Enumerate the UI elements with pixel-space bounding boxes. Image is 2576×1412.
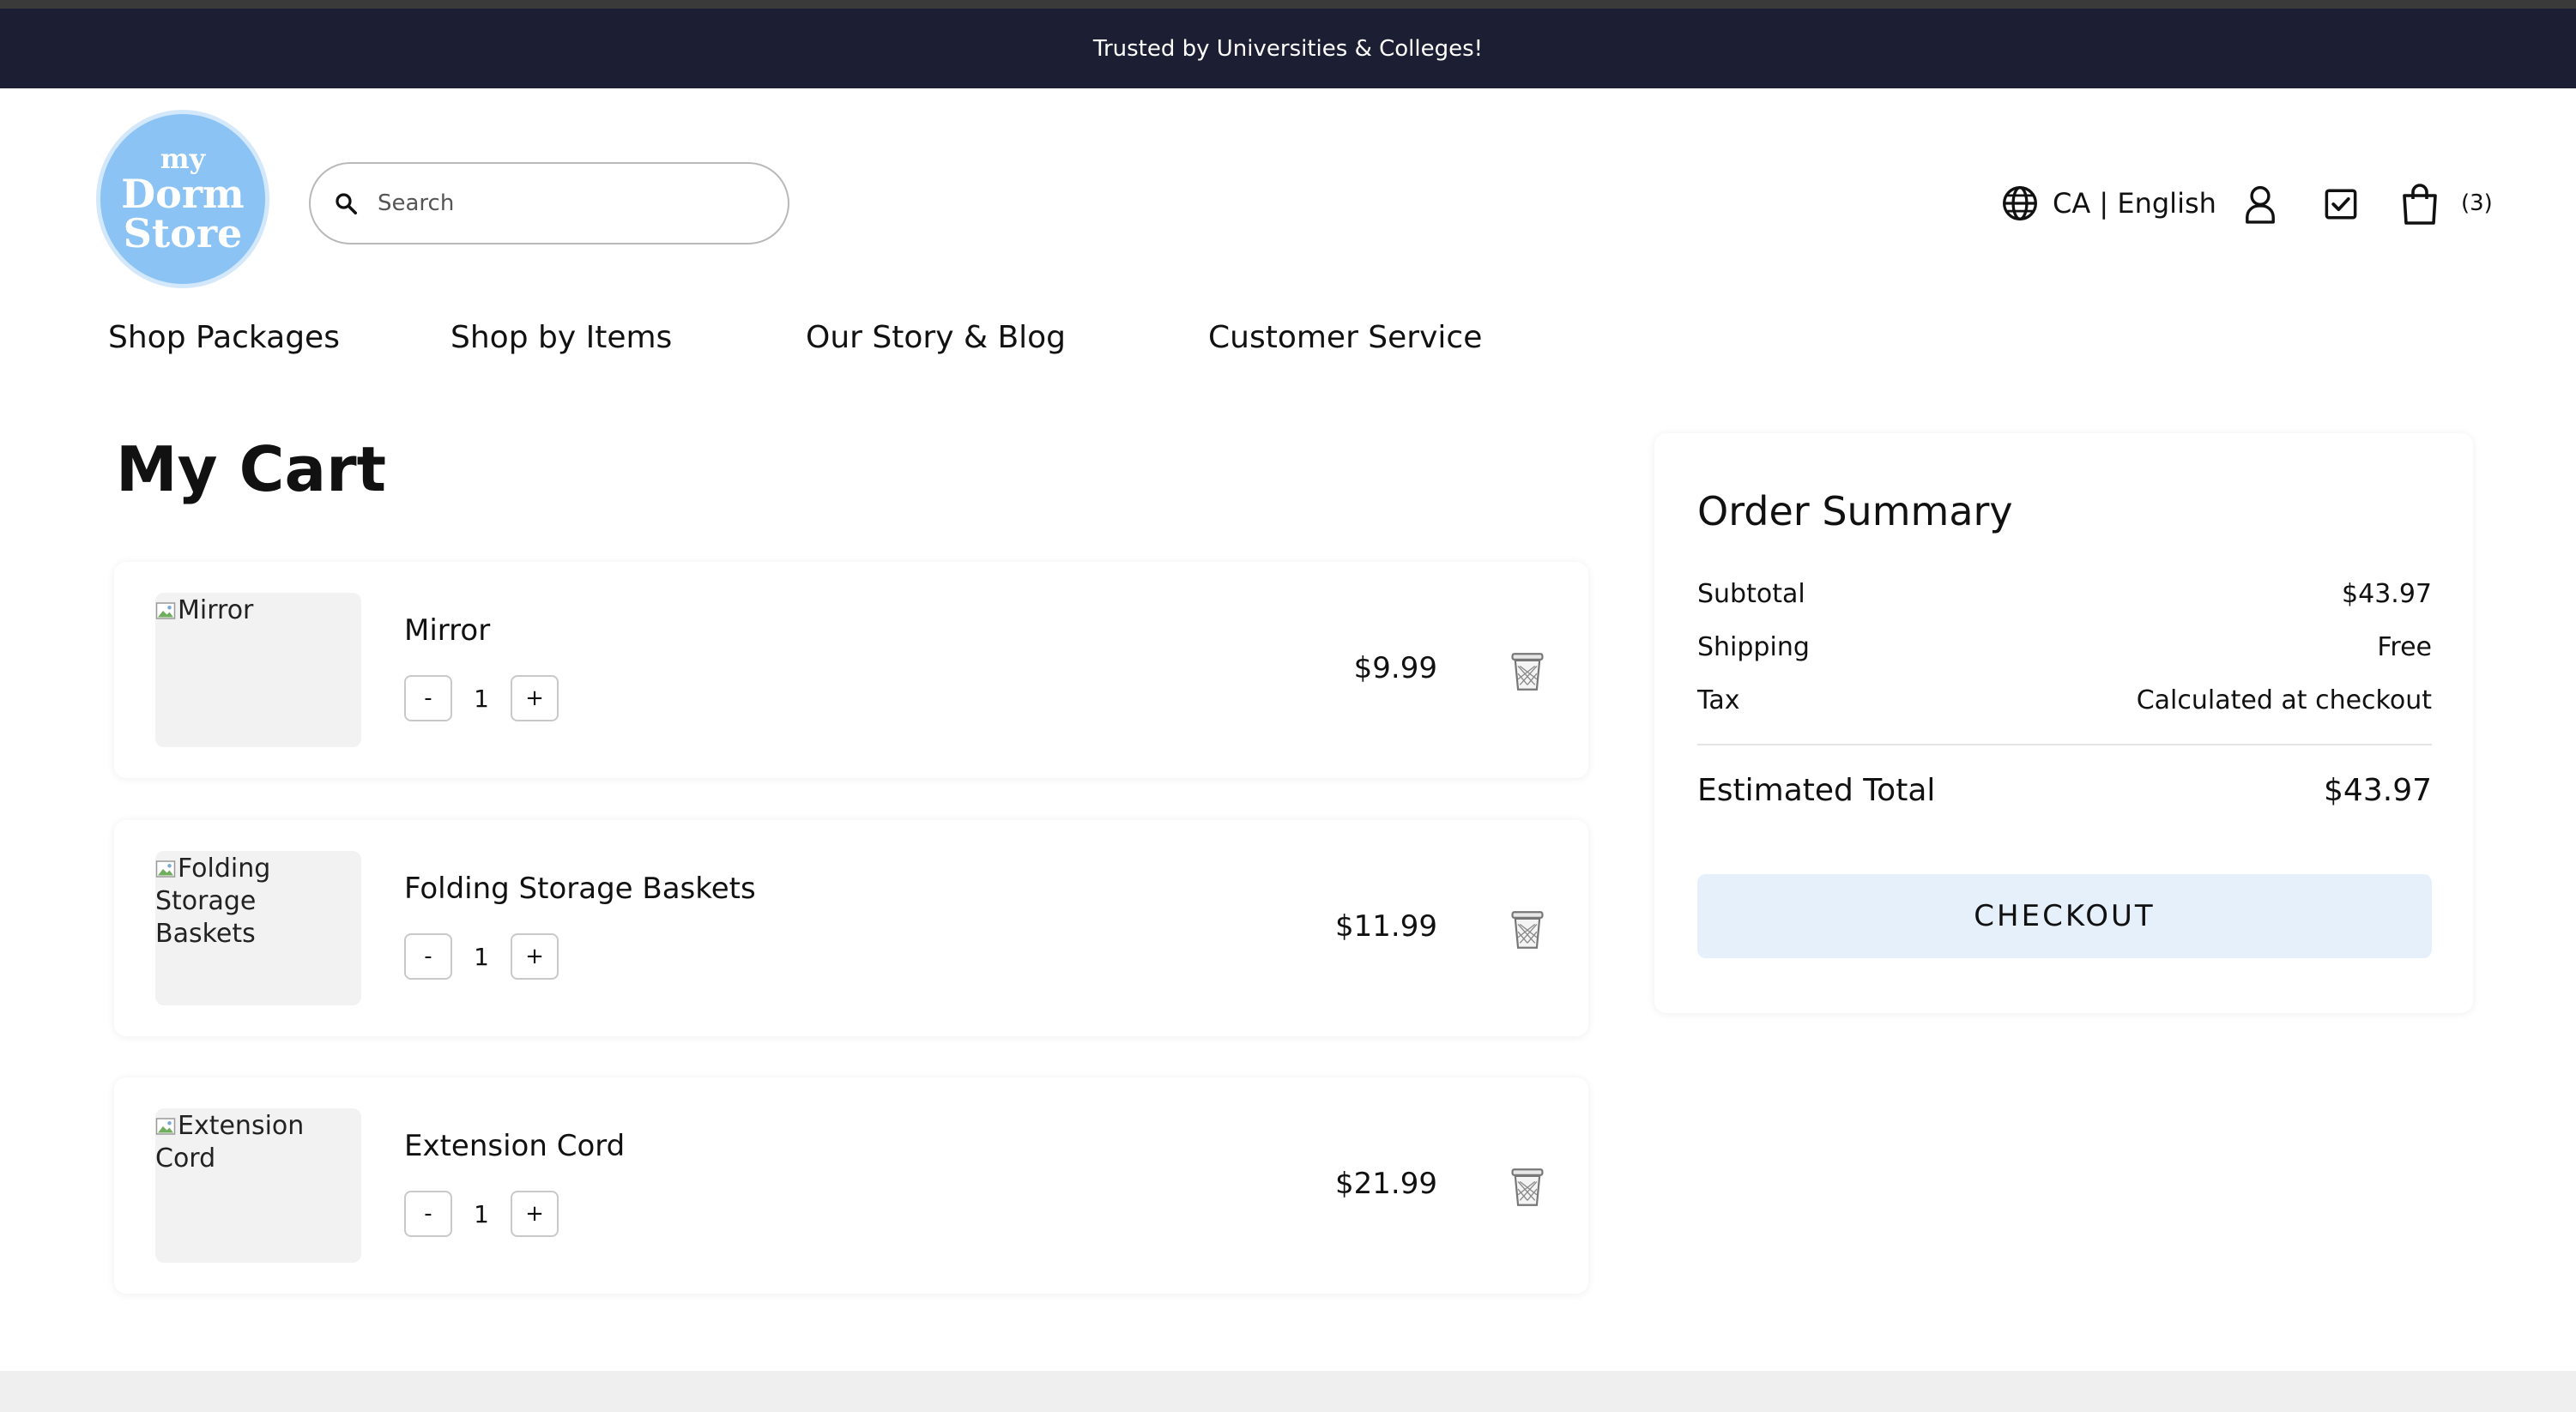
subtotal-row: Subtotal $43.97 bbox=[1697, 579, 2432, 609]
logo-text-dorm: Dorm bbox=[121, 171, 245, 217]
cart-count-badge: (3) bbox=[2461, 190, 2493, 216]
product-image-alt: Mirror bbox=[178, 595, 254, 625]
checklist-icon bbox=[2325, 189, 2357, 220]
quantity-value: 1 bbox=[474, 684, 489, 713]
locale-selector[interactable]: CA | English bbox=[2001, 177, 2216, 230]
product-image-placeholder: Folding Storage Baskets bbox=[155, 851, 361, 1005]
broken-image-icon bbox=[155, 860, 176, 878]
cart-item: Mirror Mirror - 1 + $9.99 bbox=[114, 562, 1588, 778]
item-price: $11.99 bbox=[1335, 909, 1437, 944]
shipping-label: Shipping bbox=[1697, 632, 1810, 662]
footer-band bbox=[0, 1371, 2576, 1412]
product-image-alt: Extension Cord bbox=[155, 1111, 305, 1174]
nav-shop-by-items[interactable]: Shop by Items bbox=[450, 316, 672, 359]
estimated-total-row: Estimated Total $43.97 bbox=[1697, 773, 2432, 808]
tax-label: Tax bbox=[1697, 685, 1740, 715]
cart-item: Folding Storage Baskets Folding Storage … bbox=[114, 820, 1588, 1036]
site-logo[interactable]: my Dorm Store bbox=[100, 114, 265, 284]
increase-qty-button[interactable]: + bbox=[511, 1191, 559, 1237]
locale-label: CA | English bbox=[2053, 187, 2216, 220]
tax-row: Tax Calculated at checkout bbox=[1697, 685, 2432, 715]
product-image-placeholder: Extension Cord bbox=[155, 1108, 361, 1263]
checklist-button[interactable] bbox=[2319, 180, 2363, 228]
browser-top-edge bbox=[0, 0, 2576, 9]
search-box[interactable] bbox=[309, 162, 789, 244]
estimated-total-value: $43.97 bbox=[2324, 773, 2432, 808]
product-image-placeholder: Mirror bbox=[155, 593, 361, 747]
order-summary-title: Order Summary bbox=[1697, 488, 2013, 534]
tax-value: Calculated at checkout bbox=[2136, 685, 2432, 715]
subtotal-value: $43.97 bbox=[2342, 579, 2432, 609]
announcement-text: Trusted by Universities & Colleges! bbox=[1092, 35, 1484, 62]
summary-divider bbox=[1697, 744, 2432, 745]
logo-text-my: my bbox=[160, 142, 206, 175]
quantity-value: 1 bbox=[474, 1199, 489, 1228]
broken-image-icon bbox=[155, 602, 176, 619]
search-input[interactable] bbox=[378, 190, 738, 216]
broken-image-icon bbox=[155, 1118, 176, 1135]
increase-qty-button[interactable]: + bbox=[511, 933, 559, 980]
quantity-stepper: - 1 + bbox=[404, 933, 559, 980]
page-title: My Cart bbox=[116, 433, 386, 505]
estimated-total-label: Estimated Total bbox=[1697, 773, 1936, 808]
trash-icon[interactable] bbox=[1508, 1167, 1547, 1208]
announcement-bar: Trusted by Universities & Colleges! bbox=[0, 9, 2576, 88]
product-name: Mirror bbox=[404, 613, 491, 648]
logo-text-store: Store bbox=[123, 210, 243, 256]
product-name: Folding Storage Baskets bbox=[404, 872, 756, 906]
account-button[interactable] bbox=[2238, 180, 2283, 228]
increase-qty-button[interactable]: + bbox=[511, 675, 559, 721]
globe-icon bbox=[2003, 186, 2037, 220]
trash-icon[interactable] bbox=[1508, 651, 1547, 692]
order-summary-panel: Order Summary Subtotal $43.97 Shipping F… bbox=[1654, 433, 2473, 1013]
quantity-stepper: - 1 + bbox=[404, 1191, 559, 1237]
decrease-qty-button[interactable]: - bbox=[404, 1191, 452, 1237]
checkout-button[interactable]: CHECKOUT bbox=[1697, 874, 2432, 958]
shipping-value: Free bbox=[2377, 632, 2432, 662]
item-price: $21.99 bbox=[1335, 1167, 1437, 1201]
nav-our-story-blog[interactable]: Our Story & Blog bbox=[806, 316, 1066, 359]
shopping-bag-icon bbox=[2403, 184, 2437, 225]
product-name: Extension Cord bbox=[404, 1129, 626, 1163]
cart-item: Extension Cord Extension Cord - 1 + $21.… bbox=[114, 1077, 1588, 1294]
search-icon bbox=[336, 193, 357, 214]
quantity-value: 1 bbox=[474, 942, 489, 971]
nav-customer-service[interactable]: Customer Service bbox=[1208, 316, 1482, 359]
cart-button[interactable] bbox=[2398, 180, 2442, 228]
decrease-qty-button[interactable]: - bbox=[404, 933, 452, 980]
item-price: $9.99 bbox=[1353, 651, 1437, 685]
trash-icon[interactable] bbox=[1508, 909, 1547, 950]
shipping-row: Shipping Free bbox=[1697, 632, 2432, 662]
user-icon bbox=[2246, 185, 2275, 224]
decrease-qty-button[interactable]: - bbox=[404, 675, 452, 721]
subtotal-label: Subtotal bbox=[1697, 579, 1805, 609]
nav-shop-packages[interactable]: Shop Packages bbox=[108, 316, 340, 359]
quantity-stepper: - 1 + bbox=[404, 675, 559, 721]
